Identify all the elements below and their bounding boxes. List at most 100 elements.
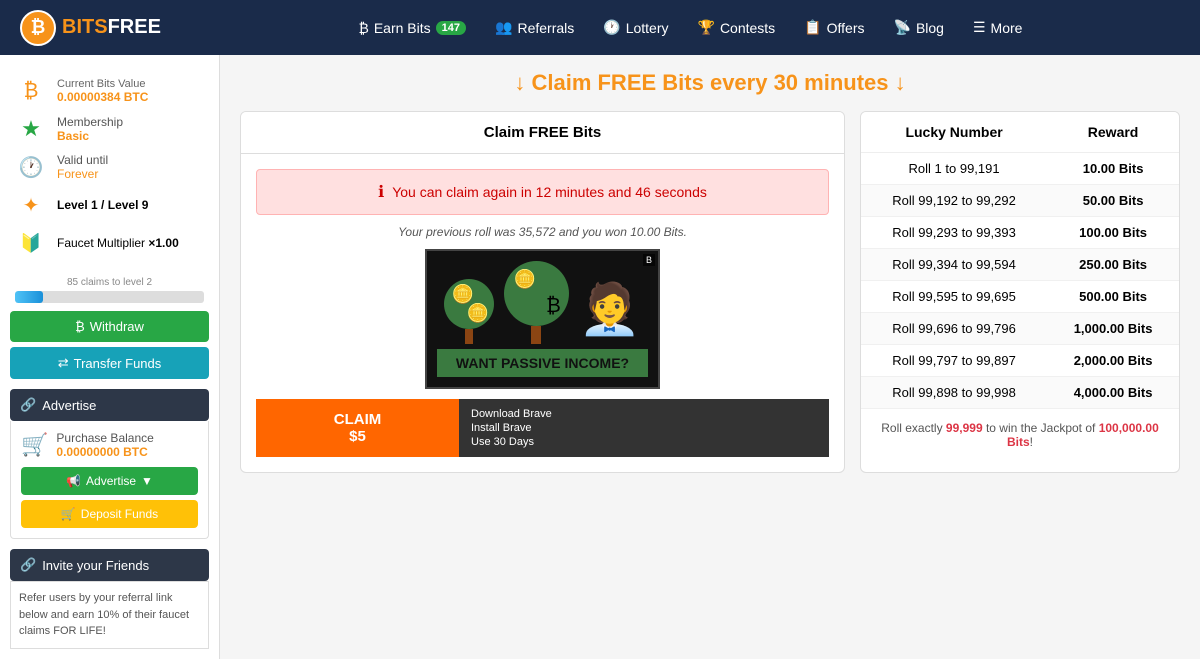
level-progress: 85 claims to level 2 <box>15 277 204 303</box>
claim-card-title: Claim FREE Bits <box>241 112 844 154</box>
advertise-icon: 🔗 <box>20 397 36 413</box>
coin-icon-3: 🪙 <box>514 269 536 290</box>
logo[interactable]: ₿ BITSFREE <box>20 10 161 46</box>
faucet-row: 🔰 Faucet Multiplier ×1.00 <box>15 227 204 259</box>
claim-card-body: ℹ You can claim again in 12 minutes and … <box>241 154 844 472</box>
nav-offers[interactable]: 📋 Offers <box>792 13 876 42</box>
nav-offers-label: Offers <box>827 20 865 36</box>
tree-1: 🪙 🪙 <box>444 279 494 344</box>
advertise-btn-label: Advertise <box>86 474 136 488</box>
range-cell: Roll 99,192 to 99,292 <box>861 185 1047 217</box>
table-row: Roll 99,797 to 99,8972,000.00 Bits <box>861 345 1179 377</box>
alert-text: You can claim again in 12 minutes and 46… <box>392 184 707 200</box>
bitcoin-sidebar-icon: ₿ <box>15 75 47 107</box>
range-cell: Roll 99,797 to 99,897 <box>861 345 1047 377</box>
claim-cta[interactable]: CLAIM$5 Download Brave Install Brave Use… <box>256 399 829 457</box>
table-row: Roll 99,898 to 99,9984,000.00 Bits <box>861 377 1179 409</box>
ad-trees: 🪙 🪙 🪙 ₿ <box>444 261 641 344</box>
level-info: Level 1 / Level 9 <box>57 198 204 212</box>
nav-blog-label: Blog <box>916 20 944 36</box>
range-cell: Roll 99,696 to 99,796 <box>861 313 1047 345</box>
table-row: Roll 99,293 to 99,393100.00 Bits <box>861 217 1179 249</box>
bits-row: ₿ Current Bits Value 0.00000384 BTC <box>15 75 204 107</box>
ad-badge: B <box>643 254 655 266</box>
logo-text: BITSFREE <box>62 16 161 39</box>
cta-line2: Install Brave <box>471 422 817 434</box>
nav-more[interactable]: ☰ More <box>961 13 1034 42</box>
membership-value: Basic <box>57 129 204 143</box>
person-icon: 🧑‍💼 <box>579 280 641 339</box>
coin-icon-1: 🪙 <box>452 284 474 305</box>
claim-header: ↓ Claim FREE Bits every 30 minutes ↓ <box>240 70 1180 96</box>
star-icon: ★ <box>15 113 47 145</box>
blog-icon: 📡 <box>894 19 911 36</box>
invite-text: Refer users by your referral link below … <box>19 592 189 637</box>
bits-amount: 0.00000384 BTC <box>57 90 204 104</box>
reward-cell: 250.00 Bits <box>1047 249 1179 281</box>
offers-icon: 📋 <box>804 19 821 36</box>
cta-claim[interactable]: CLAIM$5 <box>256 399 459 457</box>
jackpot-number: 99,999 <box>946 421 983 435</box>
range-cell: Roll 1 to 99,191 <box>861 153 1047 185</box>
valid-row: 🕐 Valid until Forever <box>15 151 204 183</box>
nav-lottery-label: Lottery <box>626 20 669 36</box>
table-row: Roll 99,192 to 99,29250.00 Bits <box>861 185 1179 217</box>
header: ₿ BITSFREE ₿ Earn Bits 147 👥 Referrals 🕐… <box>0 0 1200 55</box>
sidebar-profile: ₿ Current Bits Value 0.00000384 BTC ★ Me… <box>10 65 209 269</box>
coin-icon-2: 🪙 <box>466 303 488 324</box>
level-value: Level 1 / Level 9 <box>57 198 204 212</box>
reward-cell: 100.00 Bits <box>1047 217 1179 249</box>
transfer-icon: ⇄ <box>58 355 69 371</box>
ad-title: WANT PASSIVE INCOME? <box>437 349 648 377</box>
withdraw-icon: ₿ <box>75 319 85 334</box>
contests-icon: 🏆 <box>698 19 715 36</box>
invite-icon: 🔗 <box>20 557 36 573</box>
ad-inner: 🪙 🪙 🪙 ₿ <box>427 251 658 387</box>
deposit-button[interactable]: 🛒 Deposit Funds <box>21 500 198 528</box>
advertise-section-header: 🔗 Advertise <box>10 389 209 421</box>
invite-section-content: Refer users by your referral link below … <box>10 581 209 649</box>
reward-cell: 1,000.00 Bits <box>1047 313 1179 345</box>
progress-bar-bg <box>15 291 204 303</box>
tree-1-top: 🪙 🪙 <box>444 279 494 329</box>
purchase-value: 0.00000000 BTC <box>56 445 153 459</box>
nav-contests[interactable]: 🏆 Contests <box>686 13 788 42</box>
nav-more-label: More <box>991 20 1023 36</box>
lucky-table: Lucky Number Reward Roll 1 to 99,19110.0… <box>861 112 1179 409</box>
valid-value: Forever <box>57 167 204 181</box>
nav-referrals-label: Referrals <box>517 20 574 36</box>
advertise-button[interactable]: 📢 Advertise ▼ <box>21 467 198 495</box>
logo-icon: ₿ <box>20 10 56 46</box>
level-icon: ✦ <box>15 189 47 221</box>
transfer-button[interactable]: ⇄ Transfer Funds <box>10 347 209 379</box>
prev-roll: Your previous roll was 35,572 and you wo… <box>256 225 829 239</box>
bits-info: Current Bits Value 0.00000384 BTC <box>57 78 204 104</box>
nav-contests-label: Contests <box>720 20 775 36</box>
nav-blog[interactable]: 📡 Blog <box>882 13 956 42</box>
valid-info: Valid until Forever <box>57 153 204 181</box>
tree-2: 🪙 ₿ <box>504 261 569 344</box>
nav-lottery[interactable]: 🕐 Lottery <box>591 13 680 42</box>
advertise-section-content: 🛒 Purchase Balance 0.00000000 BTC 📢 Adve… <box>10 421 209 539</box>
jackpot-amount: 100,000.00 Bits <box>1007 421 1159 449</box>
cart-icon: 🛒 <box>21 432 48 458</box>
nav-referrals[interactable]: 👥 Referrals <box>483 13 586 42</box>
bitcoin-icon: ₿ <box>358 20 368 36</box>
main-nav: ₿ Earn Bits 147 👥 Referrals 🕐 Lottery 🏆 … <box>201 13 1180 42</box>
withdraw-button[interactable]: ₿ Withdraw <box>10 311 209 342</box>
purchase-row: 🛒 Purchase Balance 0.00000000 BTC <box>21 431 198 459</box>
reward-cell: 50.00 Bits <box>1047 185 1179 217</box>
nav-earn-bits[interactable]: ₿ Earn Bits 147 <box>346 14 478 42</box>
purchase-label: Purchase Balance <box>56 431 153 445</box>
tree-2-trunk <box>531 326 541 344</box>
valid-label: Valid until <box>57 153 204 167</box>
main-layout: ₿ Current Bits Value 0.00000384 BTC ★ Me… <box>0 55 1200 659</box>
transfer-label: Transfer Funds <box>74 356 162 371</box>
faucet-label: Faucet Multiplier ×1.00 <box>57 236 204 250</box>
level-row: ✦ Level 1 / Level 9 <box>15 189 204 221</box>
reward-cell: 4,000.00 Bits <box>1047 377 1179 409</box>
col-lucky-number: Lucky Number <box>861 112 1047 153</box>
purchase-info: Purchase Balance 0.00000000 BTC <box>56 431 153 459</box>
faucet-icon: 🔰 <box>15 227 47 259</box>
range-cell: Roll 99,394 to 99,594 <box>861 249 1047 281</box>
